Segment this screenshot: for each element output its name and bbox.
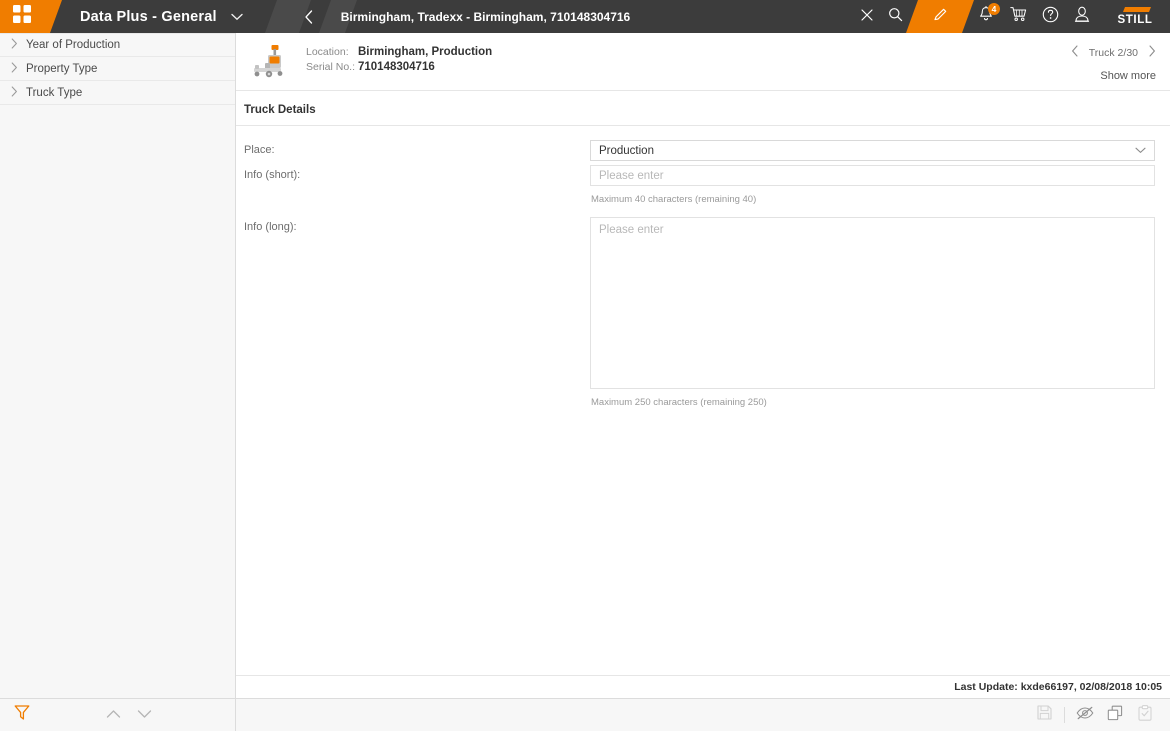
edit-mode-button[interactable] <box>905 0 975 33</box>
still-logo-bar <box>1122 7 1152 12</box>
info-long-label: Info (long): <box>244 221 297 233</box>
clipboard-check-icon <box>1138 704 1152 726</box>
still-brand-logo: STILL <box>1104 0 1166 33</box>
breadcrumb: Birmingham, Tradexx - Birmingham, 710148… <box>327 0 630 33</box>
checklist-button[interactable] <box>1130 699 1160 731</box>
help-circle-icon <box>1042 6 1059 28</box>
chevron-right-icon <box>11 38 18 52</box>
serial-value: 710148304716 <box>358 61 435 73</box>
app-title: Data Plus - General <box>80 8 217 25</box>
shopping-cart-icon <box>1009 6 1027 27</box>
hide-toggle-button[interactable] <box>1070 699 1100 731</box>
application-window: Data Plus - General Birmingham, Tradexx … <box>0 0 1170 731</box>
eye-slash-icon <box>1076 706 1094 725</box>
grid-apps-icon <box>13 5 31 28</box>
sidebar-item-label: Year of Production <box>26 39 121 51</box>
info-short-hint-row: Maximum 40 characters (remaining 40) <box>236 190 1162 205</box>
close-icon <box>860 8 873 26</box>
user-account-icon <box>1074 6 1090 28</box>
chevron-down-icon <box>1135 145 1146 157</box>
content-filler <box>236 420 1170 675</box>
pencil-edit-icon <box>932 6 949 28</box>
main-body: Year of Production Property Type Truck T… <box>0 33 1170 731</box>
chevron-down-icon[interactable] <box>137 706 152 724</box>
info-long-hint: Maximum 250 characters (remaining 250) <box>591 397 767 408</box>
last-update-text: Last Update: kxde66197, 02/08/2018 10:05 <box>954 681 1162 693</box>
top-navigation-bar: Data Plus - General Birmingham, Tradexx … <box>0 0 1170 33</box>
still-logo-text: STILL <box>1117 14 1153 26</box>
sidebar-item-label: Truck Type <box>26 86 83 99</box>
notification-badge: 4 <box>988 3 1000 15</box>
truck-meta: Location: Birmingham, Production Serial … <box>306 42 492 73</box>
sidebar-nav-arrows <box>106 706 152 724</box>
chevron-left-icon[interactable] <box>1071 45 1079 60</box>
toolbar-divider <box>1064 707 1065 723</box>
truck-counter: Truck 2/30 <box>1088 46 1138 59</box>
main-bottom-toolbar <box>236 698 1170 731</box>
truck-navigation: Truck 2/30 Show more <box>1071 42 1156 82</box>
location-label: Location: <box>306 46 349 58</box>
location-value: Birmingham, Production <box>358 46 493 58</box>
sidebar-item-label: Property Type <box>26 62 98 75</box>
sidebar-item-year-of-production[interactable]: Year of Production <box>0 33 235 57</box>
field-info-short: Info (short): Please enter <box>236 165 1162 186</box>
topbar-actions: 4 STILL <box>852 0 1170 33</box>
chevron-down-icon[interactable] <box>231 8 243 26</box>
place-label: Place: <box>244 144 275 156</box>
place-select[interactable]: Production <box>590 140 1155 161</box>
user-account-button[interactable] <box>1066 0 1098 33</box>
truck-pager: Truck 2/30 <box>1071 45 1156 60</box>
field-info-long: Info (long): Please enter <box>236 217 1162 389</box>
info-long-placeholder: Please enter <box>599 224 664 236</box>
chevron-right-icon <box>11 61 18 76</box>
app-title-selector[interactable]: Data Plus - General <box>44 0 243 33</box>
detail-scroll-area: Location: Birmingham, Production Serial … <box>236 33 1170 675</box>
topbar-skew-separator <box>261 0 291 33</box>
help-button[interactable] <box>1034 0 1066 33</box>
section-header: Truck Details <box>236 91 1170 126</box>
close-button[interactable] <box>852 0 881 33</box>
save-icon <box>1036 705 1052 725</box>
sidebar-footer-toolbar <box>0 698 235 731</box>
field-place: Place: Production <box>236 140 1162 161</box>
location-row: Location: Birmingham, Production <box>306 46 492 58</box>
chevron-right-icon[interactable] <box>1148 45 1156 60</box>
duplicate-button[interactable] <box>1100 699 1130 731</box>
breadcrumb-text: Birmingham, Tradexx - Birmingham, 710148… <box>340 9 631 24</box>
info-short-label: Info (short): <box>244 169 301 181</box>
show-more-link[interactable]: Show more <box>1100 70 1156 82</box>
section-title: Truck Details <box>244 104 316 116</box>
copy-duplicate-icon <box>1107 705 1123 726</box>
filter-sidebar: Year of Production Property Type Truck T… <box>0 33 236 731</box>
info-short-input[interactable]: Please enter <box>590 165 1155 186</box>
serial-label: Serial No.: <box>306 61 356 73</box>
search-icon <box>888 7 903 27</box>
sidebar-item-property-type[interactable]: Property Type <box>0 57 235 81</box>
last-update-bar: Last Update: kxde66197, 02/08/2018 10:05 <box>236 675 1170 698</box>
truck-details-form: Place: Production Info (short): Please e… <box>236 126 1170 420</box>
info-long-textarea[interactable]: Please enter <box>590 217 1155 389</box>
main-content-panel: Location: Birmingham, Production Serial … <box>236 33 1170 731</box>
chevron-right-icon <box>11 85 18 100</box>
sidebar-item-truck-type[interactable]: Truck Type <box>0 81 235 105</box>
pallet-truck-image <box>248 42 294 82</box>
save-button[interactable] <box>1029 699 1059 731</box>
place-value: Production <box>599 144 654 157</box>
truck-summary-header: Location: Birmingham, Production Serial … <box>236 33 1170 91</box>
info-short-placeholder: Please enter <box>599 169 664 182</box>
notifications-button[interactable]: 4 <box>970 0 1002 33</box>
cart-button[interactable] <box>1002 0 1034 33</box>
info-long-hint-row: Maximum 250 characters (remaining 250) <box>236 393 1162 408</box>
filter-funnel-icon[interactable] <box>14 704 30 726</box>
search-button[interactable] <box>881 0 910 33</box>
serial-row: Serial No.: 710148304716 <box>306 61 492 73</box>
filter-accordion-list: Year of Production Property Type Truck T… <box>0 33 235 698</box>
chevron-up-icon[interactable] <box>106 706 121 724</box>
info-short-hint: Maximum 40 characters (remaining 40) <box>591 194 757 205</box>
